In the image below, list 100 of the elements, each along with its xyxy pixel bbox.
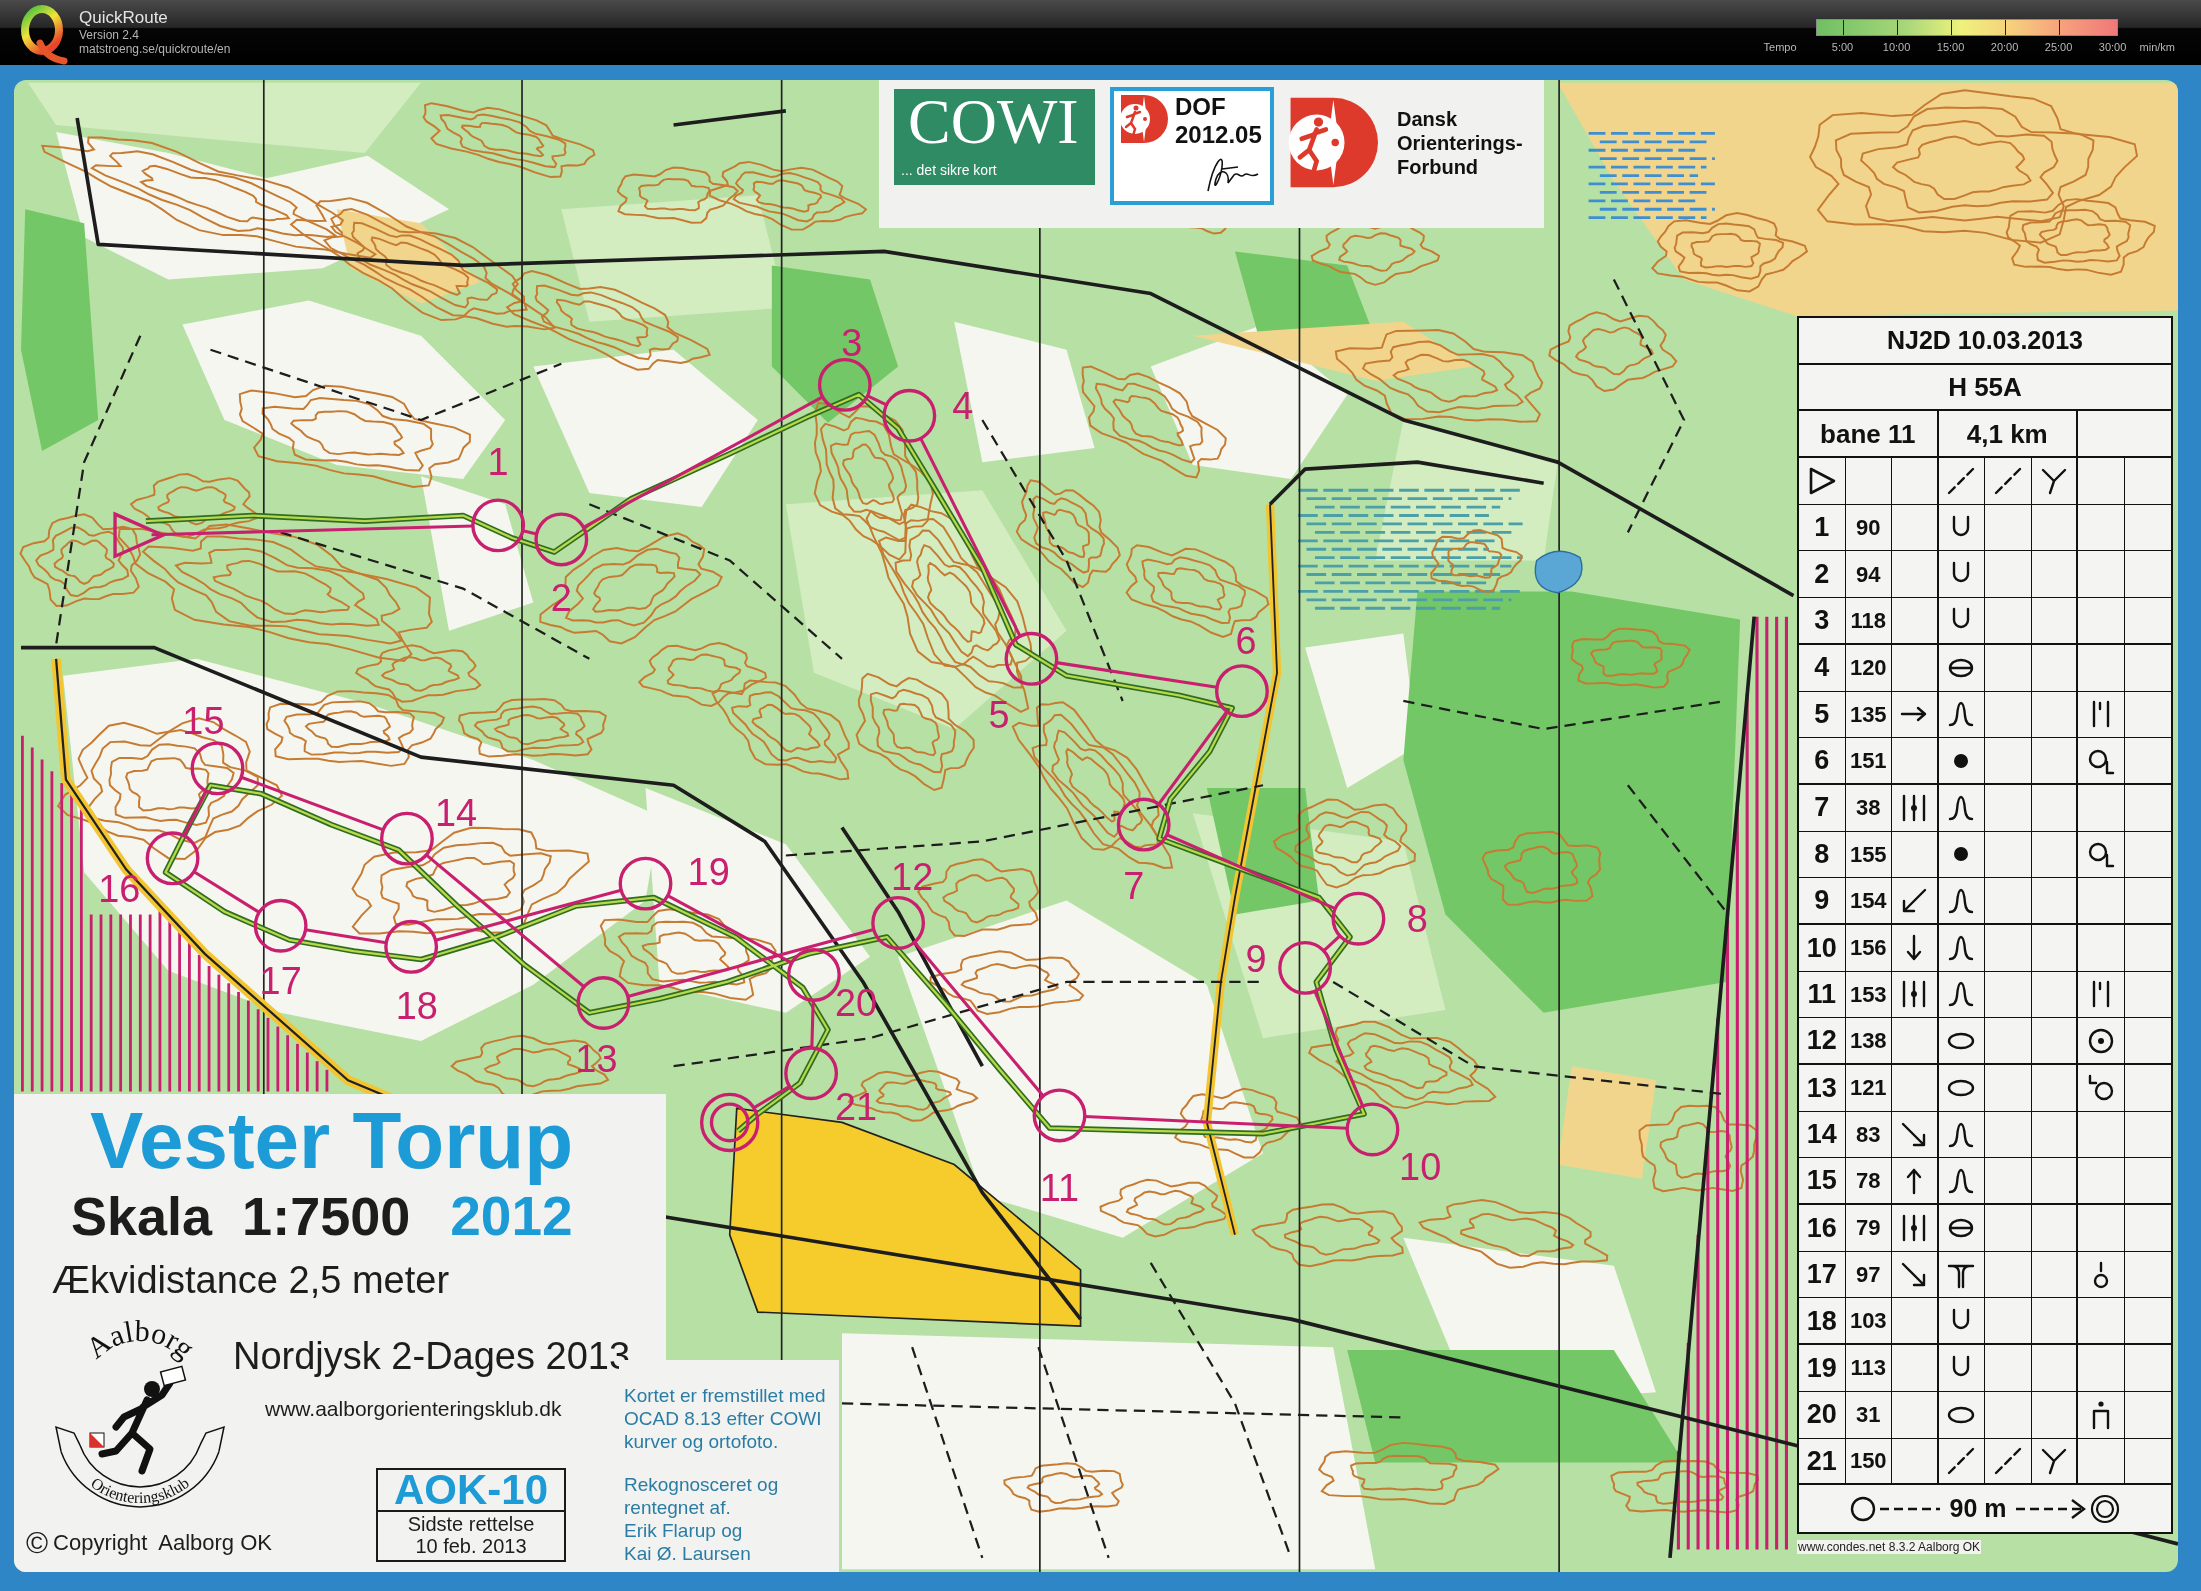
control-circle (1116, 797, 1171, 852)
double-circle-icon (2090, 1493, 2121, 1524)
start-triangle-icon (113, 511, 167, 559)
course-leg (1322, 934, 1341, 952)
credits-text: Rekognosceret og rentegnet af. Erik Flarup og Kai Ø. Laursen (624, 1473, 779, 1565)
app-logo-icon (18, 3, 68, 65)
control-code: 90 (1845, 504, 1892, 552)
club-website: www.aalborgorienteringsklub.dk (265, 1398, 562, 1419)
finish-distance: 90 m (1949, 1496, 2007, 1522)
stamp-text: 2012.05 (1175, 121, 1262, 149)
control-number: 21 (1799, 1438, 1846, 1486)
control-label: 20 (834, 982, 878, 1025)
tempo-tick-label: 15:00 (1936, 41, 1965, 54)
control-number: 6 (1799, 738, 1846, 785)
dashed-line-icon (1946, 1445, 1977, 1476)
control-number: 11 (1799, 971, 1846, 1019)
course-leg (193, 870, 260, 914)
control-code: 38 (1845, 784, 1892, 832)
blank-cell (2078, 1158, 2125, 1206)
control-code: 135 (1845, 691, 1892, 739)
course-name: bane 11 (1820, 420, 1916, 447)
control-label: 7 (1123, 865, 1145, 908)
credits-text: Kortet er fremstillet med OCAD 8.13 efter COWI kurver og ortofoto. (624, 1384, 826, 1453)
control-circle (817, 357, 872, 412)
app-name: QuickRoute (79, 8, 169, 28)
tempo-tick-label: 5:00 (1831, 41, 1854, 54)
contour-interval: Ækvidistance 2,5 meter (52, 1261, 450, 1299)
blank-cell (2078, 551, 2125, 599)
control-code: 154 (1845, 878, 1892, 925)
control-number: 12 (1799, 1018, 1846, 1065)
control-number: 1 (1799, 504, 1846, 552)
control-circle (618, 856, 673, 911)
blank-cell (2031, 1205, 2078, 1252)
control-flag-icon (89, 1432, 105, 1448)
control-circle (380, 811, 434, 866)
control-code: 31 (1845, 1391, 1892, 1439)
blank-cell (2031, 924, 2078, 972)
control-label: 4 (952, 384, 974, 427)
map-id: AOK-10 (393, 1469, 548, 1511)
control-code: 118 (1845, 598, 1892, 645)
control-code: 150 (1845, 1438, 1892, 1486)
control-circle (534, 512, 589, 567)
control-number: 13 (1799, 1065, 1846, 1112)
app-version: Version 2.4 (79, 28, 141, 42)
control-label: 19 (687, 851, 730, 894)
control-label: 11 (1039, 1167, 1080, 1210)
pond-icon (1534, 550, 1583, 594)
blank-cell (2031, 598, 2078, 645)
control-label: 16 (98, 868, 141, 911)
dashed-line-icon (1992, 1445, 2023, 1476)
blank-cell (2078, 598, 2125, 645)
blank-cell (2031, 1111, 2078, 1159)
control-number: 10 (1799, 924, 1846, 972)
control-label: 5 (988, 694, 1010, 736)
blank-cell (2031, 878, 2078, 925)
control-circle (1345, 1102, 1400, 1157)
dashed-line-icon (1992, 465, 2023, 496)
control-circle (145, 831, 200, 886)
control-label: 8 (1406, 897, 1428, 940)
tempo-unit: min/km (2139, 41, 2175, 54)
control-label: 12 (891, 855, 934, 898)
dashed-line-icon (1946, 465, 1977, 496)
tempo-tick-label: 30:00 (2098, 41, 2127, 54)
control-circle (576, 976, 631, 1030)
blank-cell (2031, 1345, 2078, 1392)
map-scale: Skala 1:7500 (71, 1189, 411, 1243)
control-code: 78 (1845, 1158, 1892, 1206)
control-code: 121 (1845, 1065, 1892, 1112)
control-label: 18 (395, 984, 438, 1027)
control-circle (871, 895, 926, 950)
blank-cell (2078, 504, 2125, 552)
blank-cell (2031, 551, 2078, 599)
control-circle (1331, 891, 1386, 946)
control-number: 18 (1799, 1298, 1846, 1346)
map-year: 2012 (450, 1189, 573, 1244)
course-leg (866, 394, 888, 407)
blank-cell (2031, 1298, 2078, 1346)
stamp-text: DOF (1175, 93, 1227, 121)
control-code: 97 (1845, 1251, 1892, 1299)
copyright-text: Copyright Aalborg OK (53, 1532, 272, 1554)
control-circle (1032, 1088, 1087, 1143)
control-number: 17 (1799, 1251, 1846, 1299)
control-circle (253, 898, 308, 953)
control-number: 20 (1799, 1391, 1846, 1439)
control-circle (1278, 940, 1333, 995)
app-website: matstroeng.se/quickroute/en (79, 42, 231, 56)
control-label: 10 (1399, 1146, 1442, 1189)
course-leg (752, 1085, 791, 1110)
control-code: 155 (1845, 831, 1892, 879)
logo-text: Aalborg (79, 1313, 202, 1365)
finish-circle-icon (699, 1092, 760, 1153)
course-length: 4,1 km (1966, 420, 2048, 447)
tempo-tick-label: 20:00 (1990, 41, 2019, 54)
control-number: 14 (1799, 1111, 1846, 1159)
federation-logo-icon (1118, 93, 1168, 145)
blank-cell (2031, 784, 2078, 832)
control-number: 4 (1799, 644, 1846, 692)
federation-name: Dansk Orienterings- Forbund (1397, 107, 1523, 179)
tempo-tick-label: 25:00 (2044, 41, 2073, 54)
control-number: 9 (1799, 878, 1846, 925)
